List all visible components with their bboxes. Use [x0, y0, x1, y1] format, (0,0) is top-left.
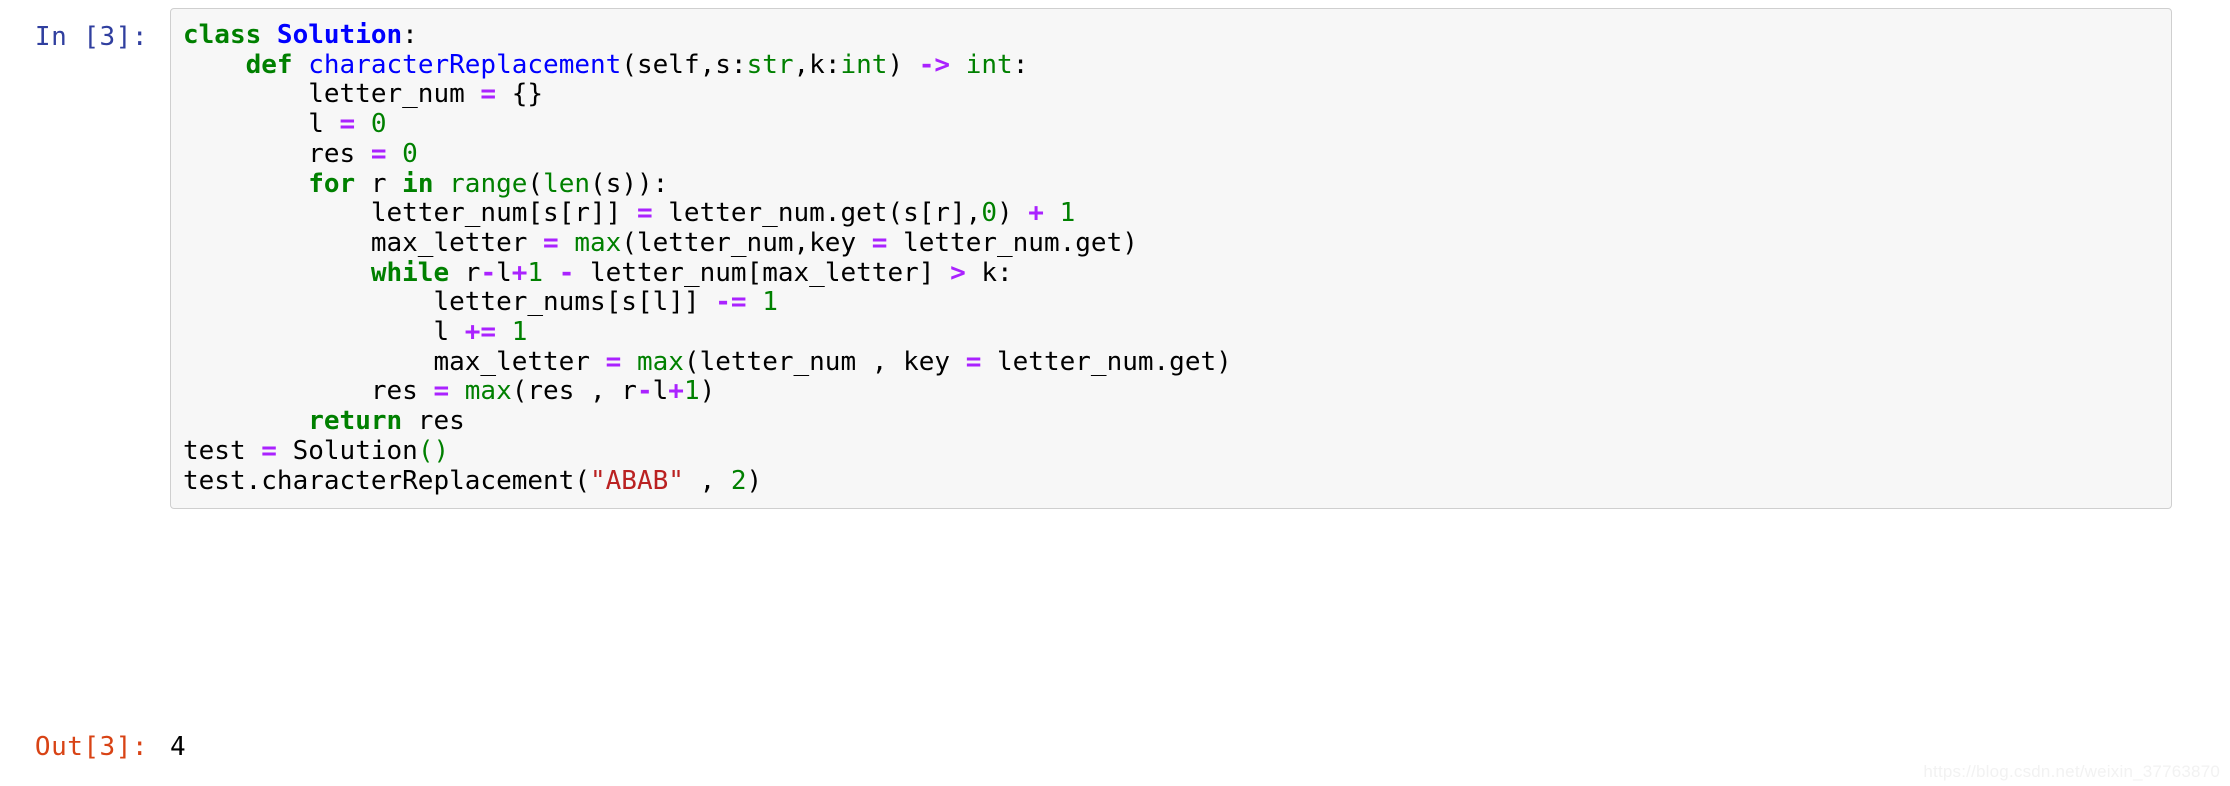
output-value: 4 [170, 732, 186, 762]
code-editor-area[interactable]: class Solution: def characterReplacement… [170, 8, 2172, 510]
input-prompt-label: In [3]: [34, 22, 148, 52]
output-cell: Out[3]: 4 [0, 718, 186, 762]
python-source-code[interactable]: class Solution: def characterReplacement… [183, 20, 2171, 496]
watermark-text: https://blog.csdn.net/weixin_37763870 [1923, 762, 2220, 781]
input-cell[interactable]: In [3]: class Solution: def characterRep… [0, 8, 2172, 510]
output-prompt-label: Out[3]: [34, 732, 148, 762]
jupyter-notebook: In [3]: class Solution: def characterRep… [0, 0, 2230, 786]
